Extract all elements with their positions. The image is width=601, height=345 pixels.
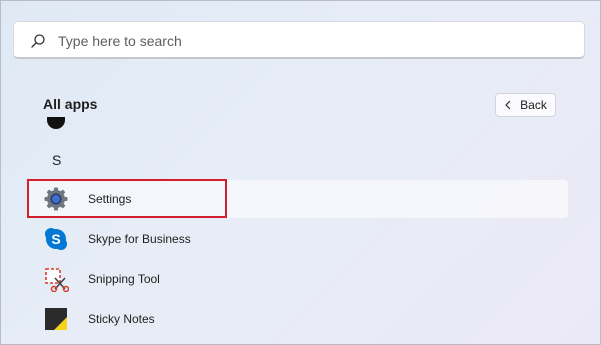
sticky-notes-icon bbox=[45, 308, 67, 330]
all-apps-title: All apps bbox=[43, 96, 98, 112]
search-icon bbox=[31, 34, 45, 48]
app-label-settings: Settings bbox=[88, 192, 132, 206]
svg-text:S: S bbox=[51, 231, 60, 247]
app-label-sticky-notes: Sticky Notes bbox=[88, 312, 155, 326]
app-label-snipping-tool: Snipping Tool bbox=[88, 272, 160, 286]
skype-icon: S bbox=[45, 228, 67, 250]
snipping-tool-icon bbox=[45, 268, 69, 292]
app-item-skype-for-business[interactable]: S Skype for Business bbox=[28, 220, 568, 258]
back-button[interactable]: Back bbox=[495, 93, 556, 117]
search-input[interactable] bbox=[56, 30, 560, 52]
search-box[interactable] bbox=[13, 21, 585, 59]
app-label-skype-for-business: Skype for Business bbox=[88, 232, 191, 246]
app-item-sticky-notes[interactable]: Sticky Notes bbox=[28, 300, 568, 338]
app-item-settings[interactable]: Settings bbox=[28, 180, 568, 218]
back-button-label: Back bbox=[520, 98, 547, 112]
app-item-snipping-tool[interactable]: Snipping Tool bbox=[28, 260, 568, 298]
section-letter[interactable]: S bbox=[52, 152, 61, 168]
chevron-left-icon bbox=[505, 100, 511, 110]
settings-gear-icon bbox=[44, 187, 68, 211]
